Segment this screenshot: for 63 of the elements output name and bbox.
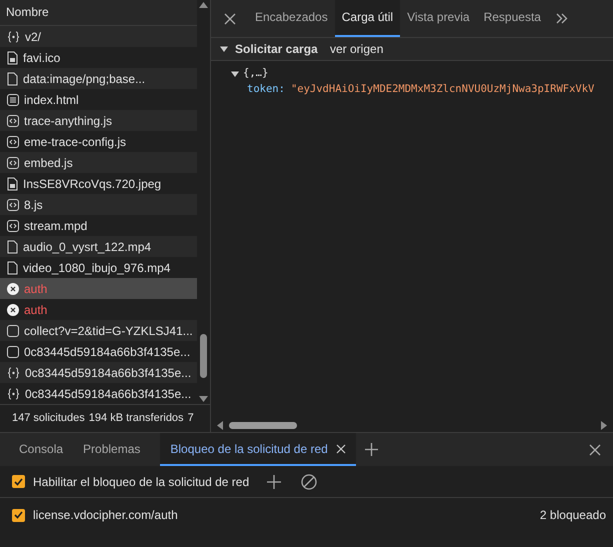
braces-icon: [7, 366, 20, 378]
script-icon: [7, 114, 19, 126]
scroll-right-icon[interactable]: [601, 420, 607, 430]
request-row[interactable]: 8.js: [0, 194, 197, 215]
blocked-pattern: license.vdocipher.com/auth: [33, 507, 179, 524]
tab[interactable]: Carga útil: [334, 0, 400, 37]
image-file-icon: [7, 176, 18, 190]
tab[interactable]: Respuesta: [476, 0, 548, 37]
script-icon: [7, 198, 19, 210]
script-icon: [7, 136, 19, 148]
request-row[interactable]: audio_0_vysrt_122.mp4: [0, 236, 197, 257]
tab[interactable]: Problemas: [73, 433, 150, 466]
checkbox[interactable]: [12, 508, 25, 522]
blocked-count: 2 bloqueado: [540, 507, 606, 524]
expand-arrow-icon[interactable]: [220, 45, 228, 53]
request-row[interactable]: collect?v=2&tid=G-YZKLSJ41...: [0, 320, 197, 341]
tab[interactable]: Vista previa: [400, 0, 477, 37]
checkbox[interactable]: [12, 475, 25, 488]
property-key: token:: [247, 82, 285, 98]
document-icon: [7, 94, 19, 106]
tab[interactable]: Bloqueo de la solicitud de red: [160, 433, 356, 466]
scroll-thumb[interactable]: [200, 334, 207, 378]
square-icon: [7, 324, 19, 336]
status-text: 7: [188, 411, 194, 426]
scroll-up-icon[interactable]: [199, 2, 208, 8]
close-icon[interactable]: [224, 13, 236, 25]
more-tabs-icon[interactable]: [556, 13, 568, 24]
view-source-link[interactable]: ver origen: [330, 40, 384, 58]
property-value: "eyJvdHAiOiIyMDE2MDMxM3ZlcnNVU0UzMjNwa3pIRWFxVkV: [290, 82, 594, 98]
square-icon: [7, 346, 19, 358]
braces-icon: [7, 30, 20, 42]
section-title: Solicitar carga: [235, 41, 319, 58]
close-icon[interactable]: [336, 444, 346, 454]
checkbox-label: Habilitar el bloqueo de la solicitud de red: [33, 474, 250, 490]
error-icon: [7, 282, 19, 294]
object-summary: {,…}: [243, 66, 268, 82]
close-icon[interactable]: [589, 444, 601, 456]
request-row[interactable]: trace-anything.js: [0, 110, 197, 131]
image-file-icon: [7, 50, 18, 64]
request-row[interactable]: v2/: [0, 26, 197, 47]
error-icon: [7, 304, 19, 316]
script-icon: [7, 220, 19, 232]
add-icon[interactable]: [267, 474, 282, 488]
tab[interactable]: Encabezados: [248, 0, 335, 37]
status-text: 194 kB transferidos: [88, 411, 184, 426]
expand-arrow-icon[interactable]: [231, 70, 239, 78]
request-row[interactable]: embed.js: [0, 152, 197, 173]
tab[interactable]: Consola: [9, 433, 74, 466]
file-icon: [7, 260, 18, 274]
column-header[interactable]: Nombre: [0, 0, 197, 26]
braces-icon: [7, 388, 20, 400]
script-icon: [7, 156, 19, 168]
scroll-left-icon[interactable]: [217, 420, 223, 430]
scroll-thumb[interactable]: [229, 422, 297, 428]
file-icon: [7, 72, 18, 86]
scroll-down-icon[interactable]: [199, 396, 208, 402]
block-icon[interactable]: [301, 474, 318, 490]
status-text: 147 solicitudes: [12, 411, 85, 426]
file-icon: [7, 240, 18, 254]
request-row[interactable]: 0c83445d59184a66b3f4135e...: [0, 362, 197, 383]
request-row[interactable]: data:image/png;base...: [0, 68, 197, 89]
add-tab-icon[interactable]: [364, 443, 378, 456]
scrollbar[interactable]: [197, 0, 210, 404]
